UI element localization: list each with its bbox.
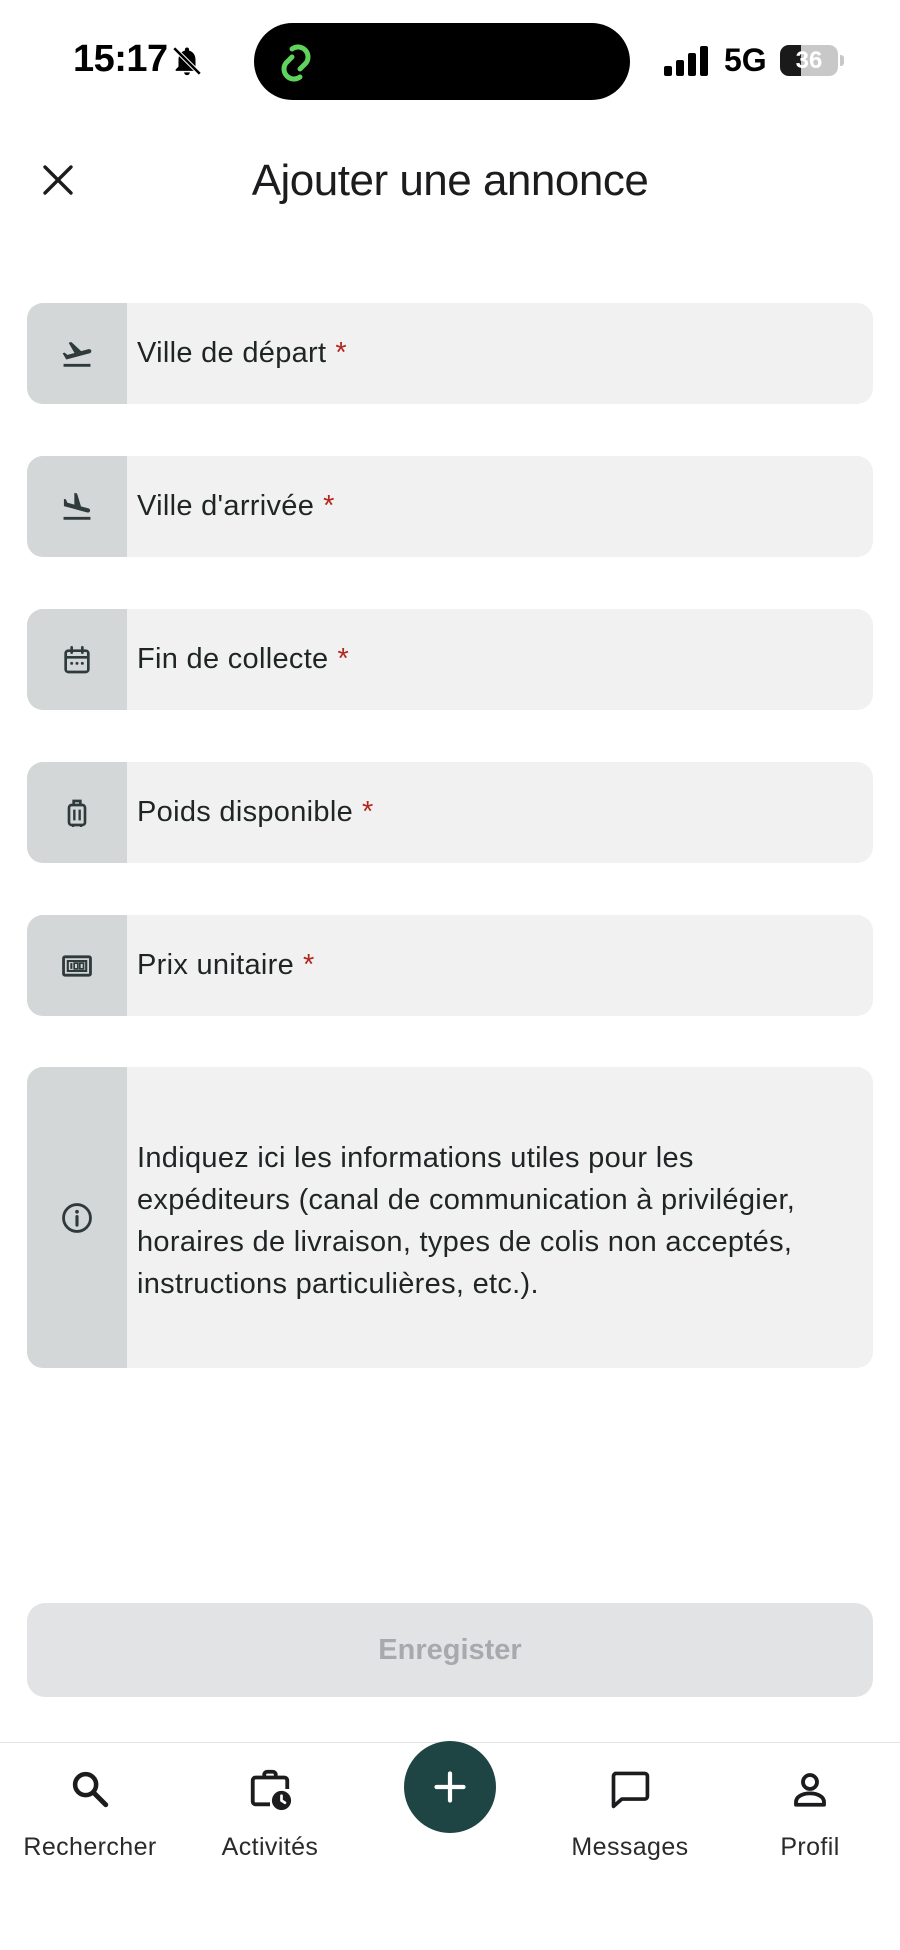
field-icon-box [27,1067,127,1368]
nav-item-messages[interactable]: Messages [540,1743,720,1883]
nav-label: Activités [221,1833,319,1861]
status-bar: 15:17 5G 36 [0,0,900,120]
field-icon-box [27,456,127,557]
field-label: Poids disponible * [127,762,374,863]
required-mark: * [362,796,374,828]
required-mark: * [335,337,347,369]
notes-placeholder: Indiquez ici les informations utiles pou… [137,1142,796,1300]
activities-icon [250,1769,292,1811]
unit-price-label: Prix unitaire [137,949,295,981]
profile-icon [794,1773,826,1807]
available-weight-label: Poids disponible [137,796,353,828]
notes-textarea[interactable]: Indiquez ici les informations utiles pou… [27,1067,873,1368]
required-mark: * [323,490,335,522]
add-listing-button[interactable] [404,1741,496,1833]
unit-price-field[interactable]: Prix unitaire * [27,915,873,1016]
calendar-icon [64,645,90,673]
arrival-city-field[interactable]: Ville d'arrivée * [27,456,873,557]
arrival-city-label: Ville d'arrivée [137,490,315,522]
dynamic-island [254,23,630,100]
collection-end-field[interactable]: Fin de collecte * [27,609,873,710]
nav-label: Rechercher [23,1833,157,1861]
flight-land-icon [63,492,91,520]
bell-off-icon [172,46,202,76]
field-label: Prix unitaire * [127,915,315,1016]
field-icon-box [27,303,127,404]
field-icon-box [27,609,127,710]
field-label: Ville d'arrivée * [127,456,335,557]
battery-level: 36 [795,47,823,74]
field-icon-box [27,762,127,863]
nav-item-activities[interactable]: Activités [180,1743,360,1883]
field-label: Ville de départ * [127,303,347,404]
search-icon [72,1771,109,1808]
nav-item-search[interactable]: Rechercher [0,1743,180,1883]
bottom-nav: Rechercher Activités Messages Profil [0,1741,900,1950]
message-icon [611,1771,650,1809]
price-icon [62,954,92,977]
info-icon [62,1202,92,1233]
field-label: Fin de collecte * [127,609,349,710]
network-label: 5G [724,42,767,78]
collection-end-label: Fin de collecte [137,643,329,675]
nav-label: Messages [571,1833,689,1861]
header: Ajouter une annonce [0,130,900,230]
luggage-icon [67,799,87,827]
page-title: Ajouter une annonce [251,156,649,205]
required-mark: * [337,643,350,675]
nav-label: Profil [780,1833,840,1861]
app-logo-icon [281,44,311,82]
battery-indicator: 36 [780,45,844,76]
required-mark: * [303,949,315,981]
departure-city-label: Ville de départ [137,337,327,369]
save-button[interactable]: Enregister [27,1603,873,1697]
flight-takeoff-icon [62,341,92,367]
available-weight-field[interactable]: Poids disponible * [27,762,873,863]
nav-item-profile[interactable]: Profil [720,1743,900,1883]
departure-city-field[interactable]: Ville de départ * [27,303,873,404]
add-icon [434,1771,466,1803]
status-time: 15:17 [73,38,168,80]
field-icon-box [27,915,127,1016]
signal-icon [664,46,708,76]
